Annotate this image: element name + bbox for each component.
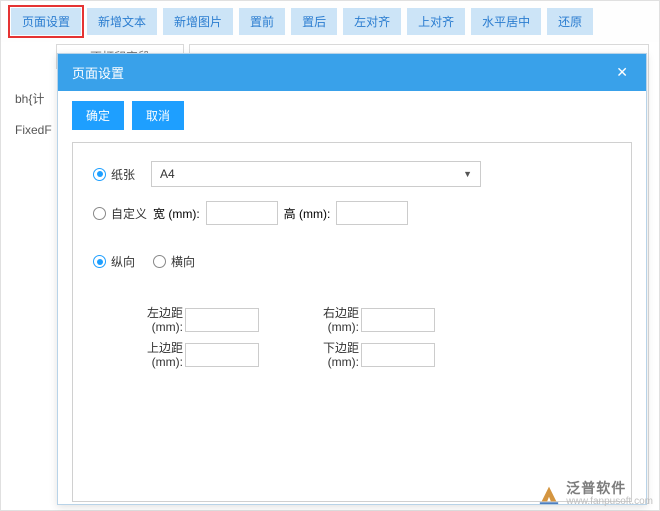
right-margin-item: 右边距(mm): xyxy=(305,306,435,335)
height-label: 高 (mm): xyxy=(284,205,331,222)
restore-button[interactable]: 还原 xyxy=(547,8,593,35)
custom-radio-label: 自定义 xyxy=(111,205,147,222)
width-input[interactable] xyxy=(206,201,278,225)
margins-group: 左边距(mm): 上边距(mm): 右边距(mm): 下边距(mm): xyxy=(129,306,611,370)
bring-front-button[interactable]: 置前 xyxy=(239,8,285,35)
add-image-button[interactable]: 新增图片 xyxy=(163,8,233,35)
landscape-label: 横向 xyxy=(171,253,195,270)
dialog-title: 页面设置 xyxy=(72,63,124,82)
bottom-margin-label: 下边距(mm): xyxy=(305,341,359,370)
paper-row: 纸张 A4 ▼ xyxy=(93,161,611,187)
paper-radio-label: 纸张 xyxy=(111,166,135,183)
custom-radio[interactable]: 自定义 xyxy=(93,205,147,222)
radio-icon xyxy=(93,207,106,220)
custom-size-row: 自定义 宽 (mm): 高 (mm): xyxy=(93,201,611,225)
right-margin-label: 右边距(mm): xyxy=(305,306,359,335)
height-input[interactable] xyxy=(336,201,408,225)
send-back-button[interactable]: 置后 xyxy=(291,8,337,35)
watermark-text: 泛普软件 www.fanpusoft.com xyxy=(566,481,653,507)
orientation-row: 纵向 横向 xyxy=(93,253,611,270)
radio-icon xyxy=(93,168,106,181)
watermark-url: www.fanpusoft.com xyxy=(566,496,653,507)
left-margin-input[interactable] xyxy=(185,308,259,332)
dialog-body: 纸张 A4 ▼ 自定义 宽 (mm): 高 (mm): 纵向 xyxy=(72,142,632,502)
margins-left-col: 左边距(mm): 上边距(mm): xyxy=(129,306,259,370)
paper-size-value: A4 xyxy=(160,167,175,181)
portrait-label: 纵向 xyxy=(111,253,135,270)
watermark-brand: 泛普软件 xyxy=(566,481,653,496)
bottom-margin-input[interactable] xyxy=(361,343,435,367)
chevron-down-icon: ▼ xyxy=(463,169,472,179)
close-icon[interactable]: ✕ xyxy=(612,64,632,81)
radio-icon xyxy=(93,255,106,268)
center-horizontal-button[interactable]: 水平居中 xyxy=(471,8,541,35)
add-text-button[interactable]: 新增文本 xyxy=(87,8,157,35)
page-setup-dialog: 页面设置 ✕ 确定 取消 纸张 A4 ▼ 自定义 宽 (mm): 高 (mm): xyxy=(57,53,647,505)
top-margin-item: 上边距(mm): xyxy=(129,341,259,370)
margins-right-col: 右边距(mm): 下边距(mm): xyxy=(305,306,435,370)
left-margin-label: 左边距(mm): xyxy=(129,306,183,335)
ok-button[interactable]: 确定 xyxy=(72,101,124,130)
dialog-header: 页面设置 ✕ xyxy=(58,54,646,91)
left-margin-item: 左边距(mm): xyxy=(129,306,259,335)
dialog-action-bar: 确定 取消 xyxy=(58,91,646,142)
align-top-button[interactable]: 上对齐 xyxy=(407,8,465,35)
radio-icon xyxy=(153,255,166,268)
page-setup-button[interactable]: 页面设置 xyxy=(11,8,81,35)
right-margin-input[interactable] xyxy=(361,308,435,332)
cancel-button[interactable]: 取消 xyxy=(132,101,184,130)
logo-icon xyxy=(538,483,560,505)
bottom-margin-item: 下边距(mm): xyxy=(305,341,435,370)
top-margin-label: 上边距(mm): xyxy=(129,341,183,370)
align-left-button[interactable]: 左对齐 xyxy=(343,8,401,35)
paper-radio[interactable]: 纸张 xyxy=(93,166,135,183)
top-margin-input[interactable] xyxy=(185,343,259,367)
landscape-radio[interactable]: 横向 xyxy=(153,253,195,270)
width-label: 宽 (mm): xyxy=(153,205,200,222)
watermark: 泛普软件 www.fanpusoft.com xyxy=(538,481,653,507)
portrait-radio[interactable]: 纵向 xyxy=(93,253,135,270)
paper-size-select[interactable]: A4 ▼ xyxy=(151,161,481,187)
